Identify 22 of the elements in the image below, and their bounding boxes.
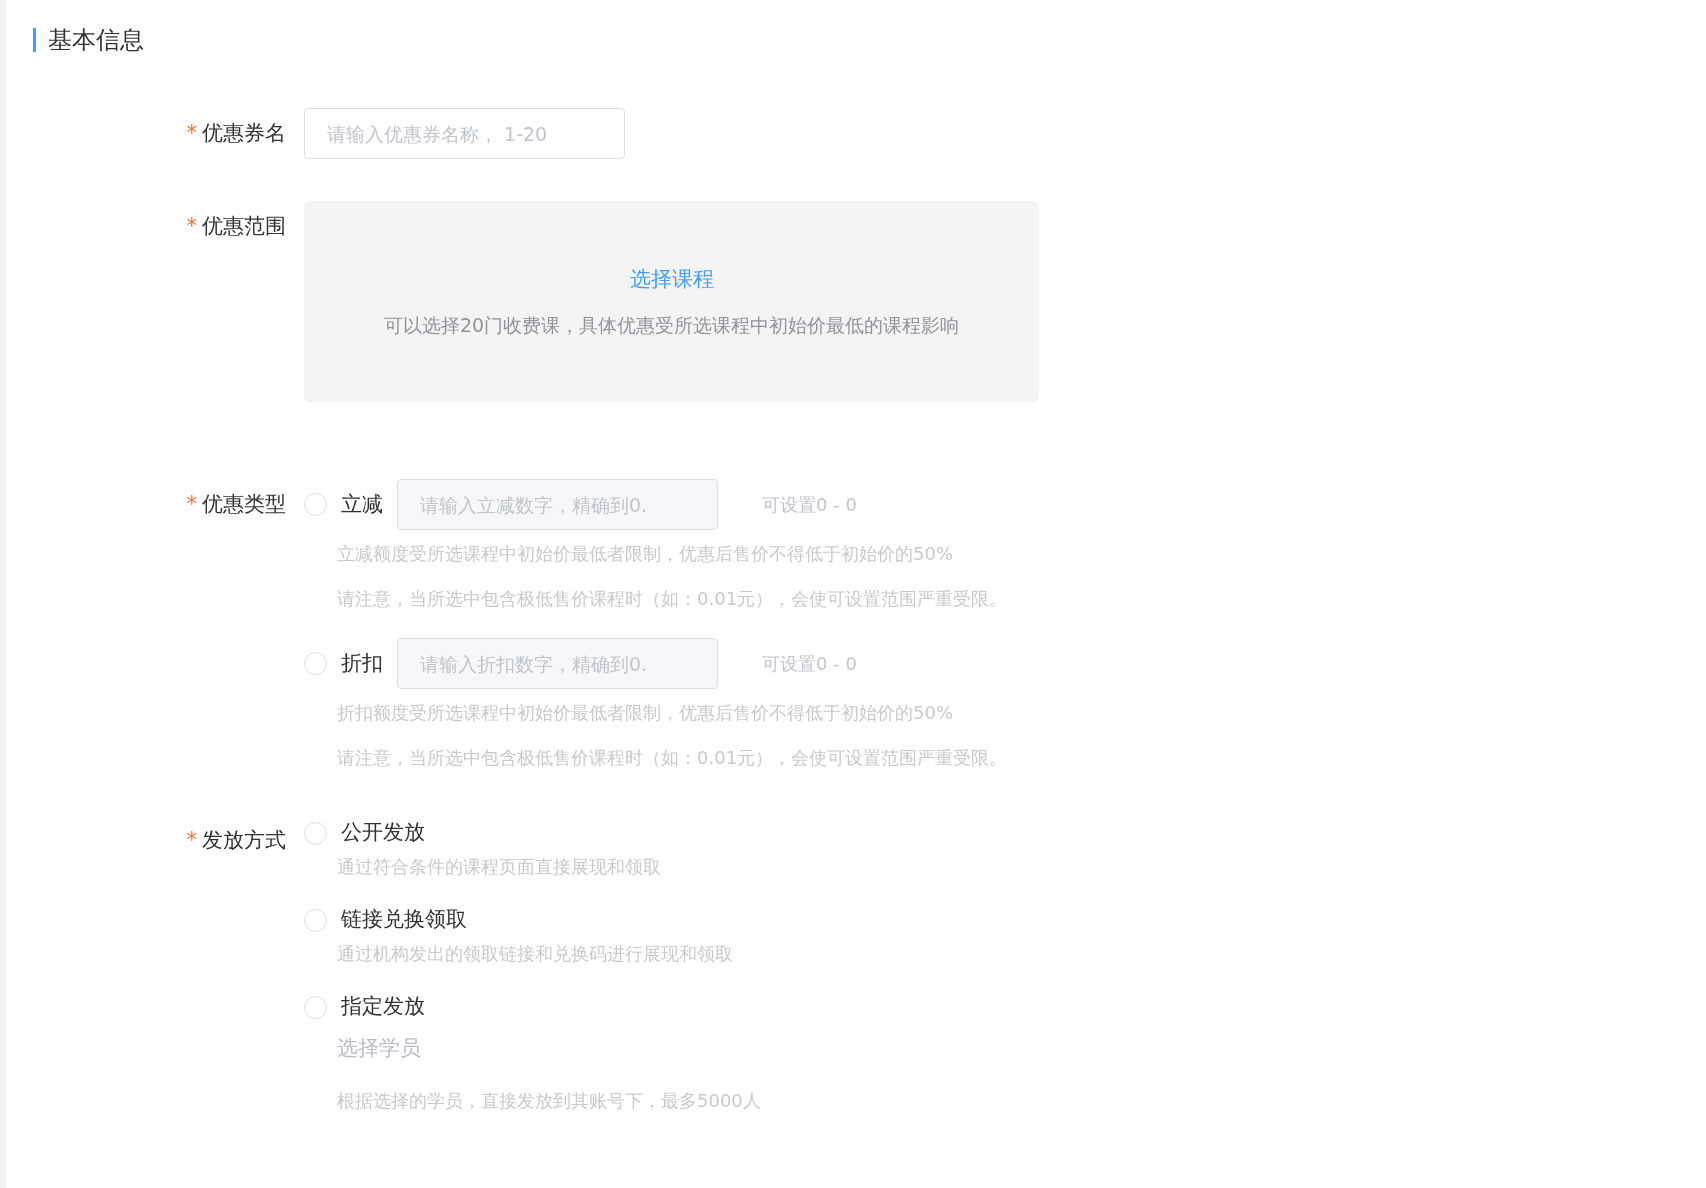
select-course-link[interactable]: 选择课程 (629, 263, 714, 295)
radio-button[interactable] (304, 652, 327, 675)
scope-hint: 可以选择20门收费课，具体优惠受所选课程中初始价最低的课程影响 (383, 313, 960, 338)
field-label: * 优惠范围 (186, 214, 286, 238)
option-label: 折扣 (341, 649, 383, 677)
option-label: 指定发放 (341, 993, 425, 1021)
range-hint: 可设置0 - 0 (762, 493, 857, 517)
field-label: * 优惠券名 (186, 121, 286, 145)
text-input-field[interactable]: 请输入优惠券名称， 1-20 (304, 108, 625, 159)
option-label: 立减 (341, 490, 383, 518)
field-label: * 优惠类型 (186, 492, 286, 516)
radio-button[interactable] (304, 908, 327, 932)
option-label: 链接兑换领取 (341, 906, 467, 934)
select-students-link[interactable]: 选择学员 (304, 1033, 421, 1065)
section-title: 基本信息 (48, 25, 144, 56)
option-label: 公开发放 (341, 819, 425, 847)
radio-button[interactable] (304, 821, 327, 845)
title-accent-bar (33, 28, 36, 52)
range-hint: 可设置0 - 0 (762, 652, 857, 676)
radio-button[interactable] (304, 995, 327, 1019)
field-label: * 发放方式 (186, 828, 286, 852)
radio-button[interactable] (304, 493, 327, 516)
